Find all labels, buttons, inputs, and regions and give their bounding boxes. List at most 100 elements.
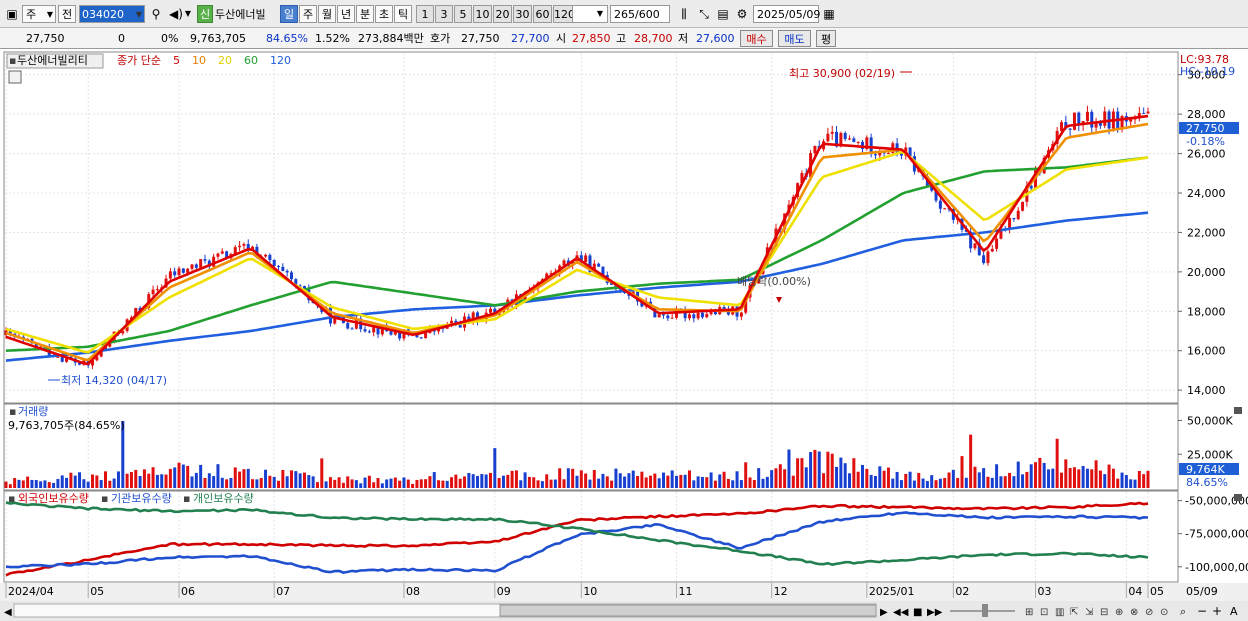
chevron-down-icon[interactable]: ▼ [183, 5, 193, 23]
volume-bar [337, 477, 341, 488]
panel-close-icon[interactable] [1234, 407, 1242, 414]
volume-bar [458, 478, 462, 488]
range-input[interactable]: 265/600 [610, 5, 670, 23]
candle-type-icon[interactable]: ⫼ [675, 5, 693, 23]
volume-bar [761, 478, 765, 488]
volume-bar [398, 480, 402, 488]
candle-body [1072, 112, 1076, 130]
panel-close-icon[interactable] [1234, 494, 1242, 501]
stock-chart[interactable]: 30,00028,00026,00024,00022,00020,00018,0… [0, 50, 1248, 621]
tool-icon[interactable]: ⊡ [1040, 607, 1048, 618]
rewind-icon[interactable]: ◀◀ [893, 607, 909, 618]
tool-icon[interactable]: ▥ [1055, 607, 1064, 618]
volume-bar [657, 478, 661, 488]
zoom-in-icon[interactable]: + [1212, 604, 1222, 618]
period-tab[interactable]: 년 [337, 5, 355, 23]
volume-bar [272, 476, 276, 488]
volume-bar [385, 479, 389, 488]
volume-bar [1042, 462, 1046, 488]
save-icon[interactable]: ▤ [714, 5, 732, 23]
period-tab[interactable]: 초 [375, 5, 393, 23]
stock-code-input[interactable]: 034020 ▼ [79, 5, 145, 23]
font-size-icon[interactable]: A [1230, 605, 1238, 618]
volume-bar [713, 480, 717, 488]
volume-bar [947, 472, 951, 488]
period-tab[interactable]: 월 [318, 5, 336, 23]
volume-bar [809, 452, 813, 488]
volume-bar [467, 472, 471, 488]
sell-button[interactable]: 매도 [778, 30, 811, 47]
tool-icon[interactable]: ⇱ [1070, 607, 1078, 618]
volume-bar [134, 469, 138, 488]
volume-bar [389, 478, 393, 488]
stop-icon[interactable]: ■ [913, 607, 922, 618]
period-tab[interactable]: 주 [299, 5, 317, 23]
period-tab[interactable]: 틱 [394, 5, 412, 23]
prev-button[interactable]: 전 [58, 5, 76, 23]
fast-forward-icon[interactable]: ▶▶ [927, 607, 943, 618]
minute-interval-tab[interactable]: 120 [553, 5, 575, 23]
minute-interval-tab[interactable]: 3 [435, 5, 453, 23]
volume-bar [540, 481, 544, 488]
tool-icon[interactable]: ⊕ [1115, 607, 1123, 618]
zoom-search-icon[interactable]: ⌕ [1180, 605, 1186, 618]
volume-bar [1090, 469, 1094, 488]
scroll-right-icon[interactable]: ▶ [880, 607, 888, 618]
period-select[interactable]: 주 ▼ [22, 5, 56, 23]
tool-icon[interactable]: ⊘ [1145, 607, 1153, 618]
volume-bar [501, 475, 505, 488]
volume-bar [69, 472, 73, 488]
ma-legend-item: 5 [173, 54, 180, 67]
tool-icon[interactable]: ⊗ [1130, 607, 1138, 618]
volume-bar [601, 473, 605, 488]
high-price: 28,700 [634, 32, 673, 45]
volume-bar [186, 465, 190, 488]
y-tick-label: 26,000 [1187, 148, 1226, 161]
volume-bar [108, 480, 112, 488]
volume-bar [999, 476, 1003, 488]
volume-bar [852, 458, 856, 488]
tool-icon[interactable]: ⊟ [1100, 607, 1108, 618]
period-tab[interactable]: 분 [356, 5, 374, 23]
buy-button[interactable]: 매수 [740, 30, 773, 47]
date-input[interactable]: 2025/05/09 [753, 5, 820, 23]
volume-bar [476, 475, 480, 488]
volume-bar [757, 468, 761, 488]
minute-interval-tab[interactable]: 60 [533, 5, 552, 23]
zoom-out-icon[interactable]: − [1197, 604, 1207, 618]
period-tab[interactable]: 일 [280, 5, 298, 23]
tool-icon[interactable]: ⇲ [1085, 607, 1094, 618]
candle-body [597, 263, 601, 267]
minute-interval-tab[interactable]: 20 [493, 5, 512, 23]
volume-bar [4, 481, 8, 488]
minute-interval-tab[interactable]: 1 [416, 5, 434, 23]
avg-button[interactable]: 평 [816, 30, 836, 47]
zoom-slider-handle[interactable] [982, 604, 988, 617]
tool-icon[interactable]: ⊞ [1025, 607, 1033, 618]
chevron-down-icon: ▼ [135, 10, 142, 19]
volume-bar [1064, 459, 1068, 488]
gear-icon[interactable]: ⚙ [733, 5, 751, 23]
volume-bar [47, 482, 51, 488]
minute-interval-tab[interactable]: 30 [513, 5, 532, 23]
chevron-down-icon[interactable]: ▼ [594, 5, 606, 23]
calendar-icon[interactable]: ▦ [820, 5, 838, 23]
window-menu-icon[interactable]: ▣ [3, 5, 21, 23]
volume-bar [39, 481, 43, 488]
scrollbar-thumb[interactable] [499, 604, 877, 617]
tool-icon[interactable]: ⊙ [1160, 607, 1168, 618]
current-price-tag: 27,750 [1186, 122, 1225, 135]
ask-price: 27,750 [461, 32, 500, 45]
calculator-icon[interactable] [8, 70, 22, 84]
minute-interval-tab[interactable]: 5 [454, 5, 472, 23]
candle-body [1021, 201, 1025, 211]
volume-bar [402, 477, 406, 488]
scroll-left-icon[interactable]: ◀ [4, 607, 12, 618]
candle-body [367, 331, 371, 333]
search-icon[interactable]: ⚲ [147, 5, 165, 23]
quote-label: 호가 [430, 32, 451, 45]
bid-price: 27,700 [511, 32, 550, 45]
draw-tool-icon[interactable]: ⤡ [695, 5, 713, 23]
minute-interval-tab[interactable]: 10 [473, 5, 492, 23]
volume-bar [1034, 462, 1038, 488]
